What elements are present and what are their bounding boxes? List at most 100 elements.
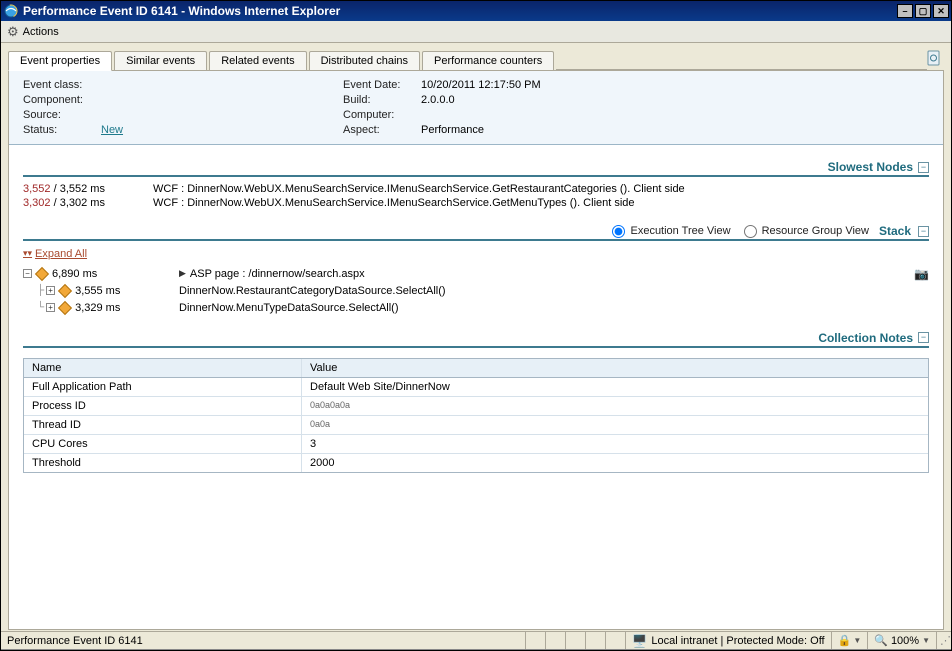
event-class-label: Event class:: [23, 79, 93, 91]
resize-grip[interactable]: ⋰: [937, 634, 951, 647]
radio-execution-label: Execution Tree View: [630, 225, 730, 237]
tree-row[interactable]: ├ + 3,555 ms DinnerNow.RestaurantCategor…: [23, 283, 929, 299]
help-icon[interactable]: [927, 50, 941, 69]
status-slot: [566, 632, 586, 649]
ie-logo-icon: [3, 3, 19, 19]
col-value-header: Value: [302, 359, 928, 377]
snapshot-icon[interactable]: 📷: [914, 267, 929, 281]
event-date-label: Event Date:: [343, 79, 413, 91]
tab-performance-counters[interactable]: Performance counters: [422, 51, 554, 70]
cell-value: 0a0a0a0a: [302, 397, 928, 415]
zoom-icon: 🔍: [874, 634, 888, 647]
cell-value: Default Web Site/DinnerNow: [302, 378, 928, 396]
slow-time-red: 3,302: [23, 197, 51, 209]
slow-desc: WCF : DinnerNow.WebUX.MenuSearchService.…: [153, 183, 685, 195]
expand-all-link[interactable]: ▾▾ Expand All: [23, 248, 87, 260]
slow-time-total: 3,552 ms: [60, 183, 105, 195]
aspect-label: Aspect:: [343, 124, 413, 136]
tree-expand-icon[interactable]: +: [46, 286, 55, 295]
table-row: Full Application Path Default Web Site/D…: [24, 378, 928, 397]
close-button[interactable]: ✕: [933, 4, 949, 18]
minimize-button[interactable]: –: [897, 4, 913, 18]
radio-resource-label: Resource Group View: [762, 225, 869, 237]
status-zoom[interactable]: 🔍 100% ▼: [868, 632, 937, 649]
radio-resource-group[interactable]: [744, 225, 757, 238]
collapse-slowest-nodes[interactable]: −: [918, 162, 929, 173]
cell-name: Threshold: [24, 454, 302, 472]
tree-time: 3,329 ms: [75, 302, 120, 314]
tab-related-events[interactable]: Related events: [209, 51, 306, 70]
collection-notes-title: Collection Notes: [818, 331, 913, 345]
cell-name: Process ID: [24, 397, 302, 415]
tab-distributed-chains[interactable]: Distributed chains: [309, 51, 420, 70]
tab-event-properties[interactable]: Event properties: [8, 51, 112, 71]
globe-icon: 🖥️: [632, 634, 647, 648]
status-bar: Performance Event ID 6141 🖥️ Local intra…: [1, 631, 951, 650]
event-date-value: 10/20/2011 12:17:50 PM: [421, 79, 541, 91]
slowest-nodes-title: Slowest Nodes: [828, 160, 913, 174]
build-label: Build:: [343, 94, 413, 106]
zoom-value: 100%: [891, 635, 919, 647]
collapse-stack[interactable]: −: [918, 226, 929, 237]
tree-time: 6,890 ms: [52, 268, 97, 280]
tree-desc: DinnerNow.MenuTypeDataSource.SelectAll(): [179, 302, 399, 314]
actions-label[interactable]: Actions: [23, 26, 59, 38]
aspect-value: Performance: [421, 124, 541, 136]
view-radio-group: Execution Tree View Resource Group View: [602, 225, 868, 238]
tab-bar: Event properties Similar events Related …: [8, 48, 944, 70]
tree-desc: ASP page : /dinnernow/search.aspx: [190, 268, 365, 280]
status-slot: [526, 632, 546, 649]
content-pane: Event class: Component: Source: Status: …: [8, 70, 944, 630]
table-row: Threshold 2000: [24, 454, 928, 472]
tree-collapse-icon[interactable]: −: [23, 269, 32, 278]
slow-time-red: 3,552: [23, 183, 51, 195]
status-zone-text: Local intranet | Protected Mode: Off: [651, 635, 824, 647]
summary-panel: Event class: Component: Source: Status: …: [9, 71, 943, 145]
slow-time-total: 3,302 ms: [60, 197, 105, 209]
window-titlebar: Performance Event ID 6141 - Windows Inte…: [1, 1, 951, 21]
component-label: Component:: [23, 94, 93, 106]
cell-name: CPU Cores: [24, 435, 302, 453]
radio-execution-tree[interactable]: [612, 225, 625, 238]
status-label: Status:: [23, 124, 93, 136]
table-row: CPU Cores 3: [24, 435, 928, 454]
diamond-icon: [35, 266, 49, 280]
collapse-collection-notes[interactable]: −: [918, 332, 929, 343]
status-value-link[interactable]: New: [101, 124, 343, 136]
window-title: Performance Event ID 6141 - Windows Inte…: [23, 4, 340, 18]
gear-icon: ⚙: [7, 24, 19, 40]
build-value: 2.0.0.0: [421, 94, 541, 106]
status-slot: [546, 632, 566, 649]
computer-label: Computer:: [343, 109, 413, 121]
tree-line-icon: ├: [37, 285, 44, 296]
cell-value: 0a0a: [302, 416, 928, 434]
status-security[interactable]: 🔒▼: [832, 632, 869, 649]
triangle-right-icon: ▶: [179, 268, 186, 279]
status-zone: 🖥️ Local intranet | Protected Mode: Off: [626, 632, 831, 649]
table-row: Thread ID 0a0a: [24, 416, 928, 435]
col-name-header: Name: [24, 359, 302, 377]
chevron-down-icon: ▾▾: [23, 248, 32, 259]
slowest-node-row: 3,302 / 3,302 ms WCF : DinnerNow.WebUX.M…: [23, 197, 929, 209]
tree-row[interactable]: − 6,890 ms ▶ ASP page : /dinnernow/search…: [23, 266, 929, 282]
section-slowest-nodes: Slowest Nodes −: [23, 159, 929, 177]
tree-row[interactable]: └ + 3,329 ms DinnerNow.MenuTypeDataSourc…: [23, 300, 929, 316]
lock-icon: 🔒: [838, 634, 852, 647]
slowest-node-row: 3,552 / 3,552 ms WCF : DinnerNow.WebUX.M…: [23, 183, 929, 195]
tree-desc: DinnerNow.RestaurantCategoryDataSource.S…: [179, 285, 446, 297]
table-row: Process ID 0a0a0a0a: [24, 397, 928, 416]
source-label: Source:: [23, 109, 93, 121]
tree-expand-icon[interactable]: +: [46, 303, 55, 312]
chevron-down-icon: ▼: [922, 636, 930, 645]
diamond-icon: [58, 283, 72, 297]
status-slot: [606, 632, 626, 649]
section-collection-notes: Collection Notes −: [23, 330, 929, 348]
actions-toolbar: ⚙ Actions: [1, 21, 951, 43]
tab-similar-events[interactable]: Similar events: [114, 51, 207, 70]
slow-desc: WCF : DinnerNow.WebUX.MenuSearchService.…: [153, 197, 635, 209]
stack-title: Stack: [879, 224, 911, 238]
status-page-text: Performance Event ID 6141: [1, 632, 526, 649]
status-slot: [586, 632, 606, 649]
collection-notes-table: Name Value Full Application Path Default…: [23, 358, 929, 473]
maximize-button[interactable]: ▢: [915, 4, 931, 18]
